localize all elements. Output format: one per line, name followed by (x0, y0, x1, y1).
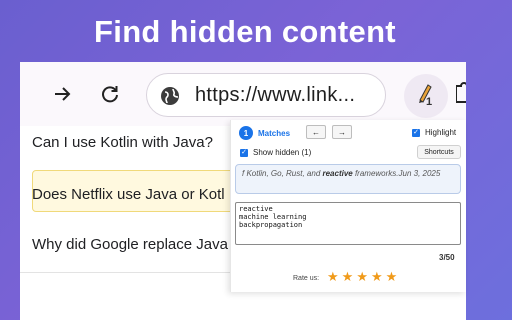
browser-toolbar: https://www.link... 1 (20, 62, 466, 126)
url-text: https://www.link... (195, 84, 356, 106)
highlight-checkbox[interactable]: ✓ (412, 129, 420, 137)
arrow-right-icon[interactable] (50, 82, 74, 106)
snippet-text-after: frameworks.Jun 3, 2025 (352, 169, 441, 178)
star-icon[interactable]: ★ (371, 270, 383, 284)
puzzle-icon[interactable] (455, 82, 466, 109)
search-term: backpropagation (239, 221, 303, 229)
show-hidden-checkbox[interactable]: ✓ (240, 149, 248, 157)
globe-icon (159, 85, 181, 112)
match-page-count: 3/50 (439, 253, 455, 262)
extension-popup: 1 Matches ← → ✓ Highlight ✓ Show hidden … (230, 120, 466, 292)
previous-match-button[interactable]: ← (306, 125, 326, 139)
star-icon[interactable]: ★ (327, 270, 339, 284)
shortcuts-button[interactable]: Shortcuts (417, 145, 461, 159)
snippet-match-term: reactive (322, 169, 353, 178)
question-item[interactable]: Does Netflix use Java or Kotl (32, 186, 225, 203)
snippet-text-before: f Kotlin, Go, Rust, and (242, 169, 323, 178)
star-icon[interactable]: ★ (342, 270, 354, 284)
rate-label: Rate us: (293, 275, 320, 282)
next-match-button[interactable]: → (332, 125, 352, 139)
search-term: reactive (239, 205, 273, 213)
match-snippet[interactable]: f Kotlin, Go, Rust, and reactive framewo… (235, 164, 461, 194)
match-index-badge: 1 (239, 126, 253, 140)
star-icon[interactable]: ★ (356, 270, 368, 284)
highlight-label: Highlight (425, 128, 457, 137)
show-hidden-label: Show hidden (1) (253, 148, 312, 157)
address-bar[interactable]: https://www.link... (146, 73, 386, 117)
star-icon[interactable]: ★ (386, 270, 398, 284)
search-term: machine learning (239, 213, 307, 221)
question-item[interactable]: Why did Google replace Java (32, 236, 228, 253)
rating-stars[interactable]: ★ ★ ★ ★ ★ (327, 270, 397, 284)
question-item[interactable]: Can I use Kotlin with Java? (32, 134, 213, 151)
headline: Find hidden content (94, 14, 396, 49)
extension-button[interactable]: 1 (404, 74, 448, 118)
extension-badge: 1 (426, 96, 433, 108)
reload-icon[interactable] (98, 82, 122, 106)
matches-label: Matches (258, 129, 291, 138)
search-terms-textarea[interactable]: reactive machine learning backpropagatio… (235, 202, 461, 245)
